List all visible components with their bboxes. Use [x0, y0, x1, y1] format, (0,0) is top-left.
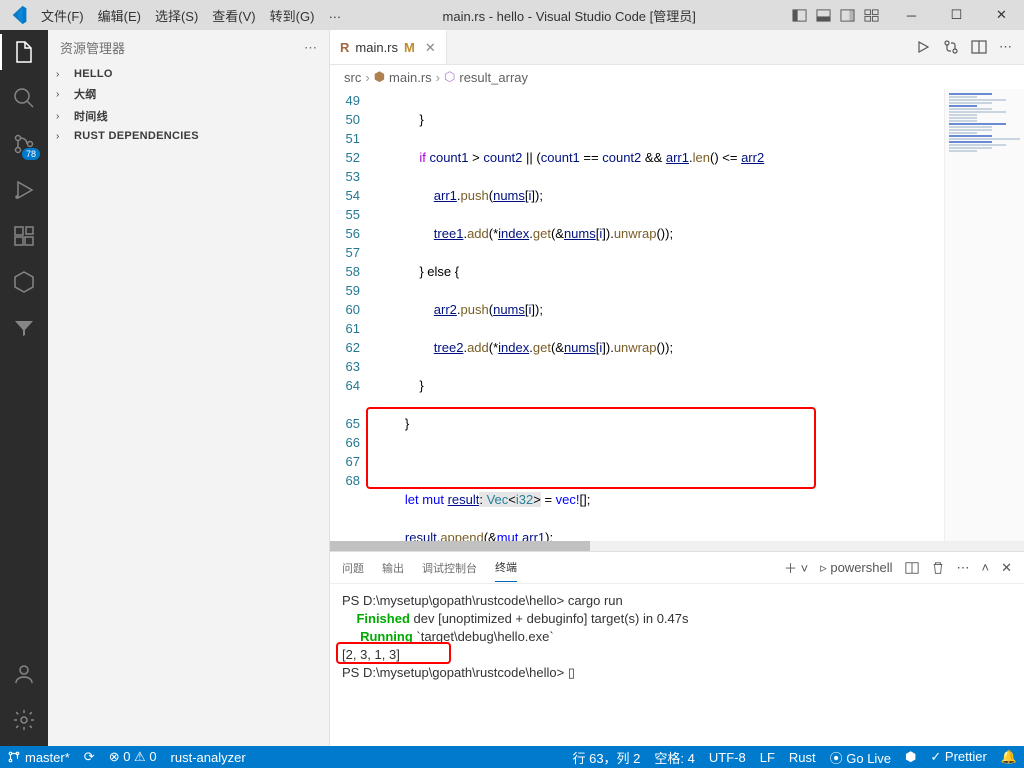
run-debug-icon[interactable]	[10, 176, 38, 204]
sidebar-item-rust-deps[interactable]: ›RUST DEPENDENCIES	[48, 127, 329, 145]
maximize-button[interactable]: ☐	[934, 0, 979, 30]
status-sync[interactable]: ⟳	[77, 746, 102, 768]
run-file-icon[interactable]	[915, 39, 931, 55]
terminal-shell-icon[interactable]: ▹ powershell	[820, 560, 892, 576]
status-rust-analyzer-icon[interactable]: ⬢	[898, 746, 923, 768]
panel-tab-output[interactable]: 输出	[382, 554, 404, 582]
window-title: main.rs - hello - Visual Studio Code [管理…	[347, 6, 791, 25]
panel-tab-problems[interactable]: 问题	[342, 554, 364, 582]
status-lsp[interactable]: rust-analyzer	[164, 746, 253, 768]
menu-more[interactable]: …	[322, 2, 347, 29]
status-encoding[interactable]: UTF-8	[702, 746, 753, 768]
breadcrumb-symbol[interactable]: result_array	[459, 70, 528, 85]
tab-main-rs[interactable]: R main.rs M ✕	[330, 30, 447, 64]
status-cursor-position[interactable]: 行 63，列 2	[565, 746, 647, 768]
panel-tab-debug[interactable]: 调试控制台	[422, 554, 477, 582]
vscode-logo-icon	[0, 6, 35, 24]
settings-gear-icon[interactable]	[10, 706, 38, 734]
menu-edit[interactable]: 编辑(E)	[92, 2, 147, 29]
terminal-new-icon[interactable]: ＋ ˅	[784, 558, 808, 577]
terminal[interactable]: PS D:\mysetup\gopath\rustcode\hello> car…	[330, 584, 1024, 746]
menu-file[interactable]: 文件(F)	[35, 2, 90, 29]
rust-file-icon: R	[340, 40, 349, 55]
menu-select[interactable]: 选择(S)	[149, 2, 204, 29]
panel-tab-terminal[interactable]: 终端	[495, 553, 517, 582]
scm-badge: 78	[22, 148, 40, 160]
layout-panel-bottom-icon[interactable]	[815, 7, 831, 23]
editor-more-icon[interactable]: ⋯	[999, 39, 1012, 55]
panel-more-icon[interactable]: ⋯	[957, 560, 970, 576]
sidebar-item-timeline[interactable]: ›时间线	[48, 105, 329, 127]
close-button[interactable]: ✕	[979, 0, 1024, 30]
layout-customize-icon[interactable]	[863, 7, 879, 23]
filter-icon[interactable]	[10, 314, 38, 342]
tab-label: main.rs	[355, 40, 398, 55]
status-branch[interactable]: master*	[0, 746, 77, 768]
hex-icon[interactable]	[10, 268, 38, 296]
status-indentation[interactable]: 空格: 4	[647, 746, 701, 768]
layout-panel-right-icon[interactable]	[839, 7, 855, 23]
code-content[interactable]: } if count1 > count2 || (count1 == count…	[376, 89, 944, 541]
bottom-panel: 问题 输出 调试控制台 终端 ＋ ˅ ▹ powershell ⋯ ˄ ✕ PS…	[330, 551, 1024, 746]
breadcrumb-file[interactable]: main.rs	[389, 70, 432, 85]
tab-modified-indicator: M	[404, 40, 415, 55]
editor-tabs: R main.rs M ✕ ⋯	[330, 30, 1024, 65]
sidebar-title: 资源管理器	[60, 38, 125, 57]
status-language[interactable]: Rust	[782, 746, 823, 768]
status-golive[interactable]: ⦿ Go Live	[823, 746, 898, 768]
panel-close-icon[interactable]: ✕	[1001, 560, 1012, 576]
status-problems[interactable]: ⊗ 0 ⚠ 0	[102, 746, 164, 768]
source-control-icon[interactable]: 78	[10, 130, 38, 158]
minimap[interactable]	[944, 89, 1024, 541]
breadcrumb-src[interactable]: src	[344, 70, 361, 85]
code-editor[interactable]: 49505152535455565758596061626364 6566676…	[330, 89, 1024, 541]
annotation-redbox-main	[366, 407, 816, 489]
menu-view[interactable]: 查看(V)	[206, 2, 261, 29]
layout-panel-left-icon[interactable]	[791, 7, 807, 23]
title-bar: 文件(F) 编辑(E) 选择(S) 查看(V) 转到(G) … main.rs …	[0, 0, 1024, 30]
horizontal-scrollbar[interactable]	[330, 541, 1024, 551]
extensions-icon[interactable]	[10, 222, 38, 250]
split-editor-icon[interactable]	[971, 39, 987, 55]
terminal-trash-icon[interactable]	[931, 561, 945, 575]
account-icon[interactable]	[10, 660, 38, 688]
symbol-function-icon: ⬡	[444, 69, 455, 85]
status-notifications-icon[interactable]: 🔔	[994, 746, 1024, 768]
activity-bar: 78	[0, 30, 48, 746]
breadcrumb[interactable]: src › ⬢ main.rs › ⬡ result_array	[330, 65, 1024, 89]
explorer-icon[interactable]	[10, 38, 38, 66]
sidebar-item-outline[interactable]: ›大纲	[48, 83, 329, 105]
sidebar-item-hello[interactable]: ›HELLO	[48, 65, 329, 83]
rust-file-icon: ⬢	[374, 69, 385, 85]
search-icon[interactable]	[10, 84, 38, 112]
annotation-redbox-output	[336, 642, 451, 664]
status-eol[interactable]: LF	[753, 746, 782, 768]
status-bar: master* ⟳ ⊗ 0 ⚠ 0 rust-analyzer 行 63，列 2…	[0, 746, 1024, 768]
git-compare-icon[interactable]	[943, 39, 959, 55]
menu-bar: 文件(F) 编辑(E) 选择(S) 查看(V) 转到(G) …	[35, 2, 347, 29]
sidebar-explorer: 资源管理器 ⋯ ›HELLO ›大纲 ›时间线 ›RUST DEPENDENCI…	[48, 30, 330, 746]
editor-group: R main.rs M ✕ ⋯ src › ⬢ main.rs › ⬡ resu…	[330, 30, 1024, 746]
terminal-split-icon[interactable]	[905, 561, 919, 575]
sidebar-more-icon[interactable]: ⋯	[304, 40, 317, 56]
menu-go[interactable]: 转到(G)	[264, 2, 321, 29]
tab-close-icon[interactable]: ✕	[425, 40, 436, 56]
minimize-button[interactable]: ─	[889, 0, 934, 30]
status-prettier[interactable]: ✓ Prettier	[923, 746, 993, 768]
panel-maximize-icon[interactable]: ˄	[982, 560, 990, 575]
